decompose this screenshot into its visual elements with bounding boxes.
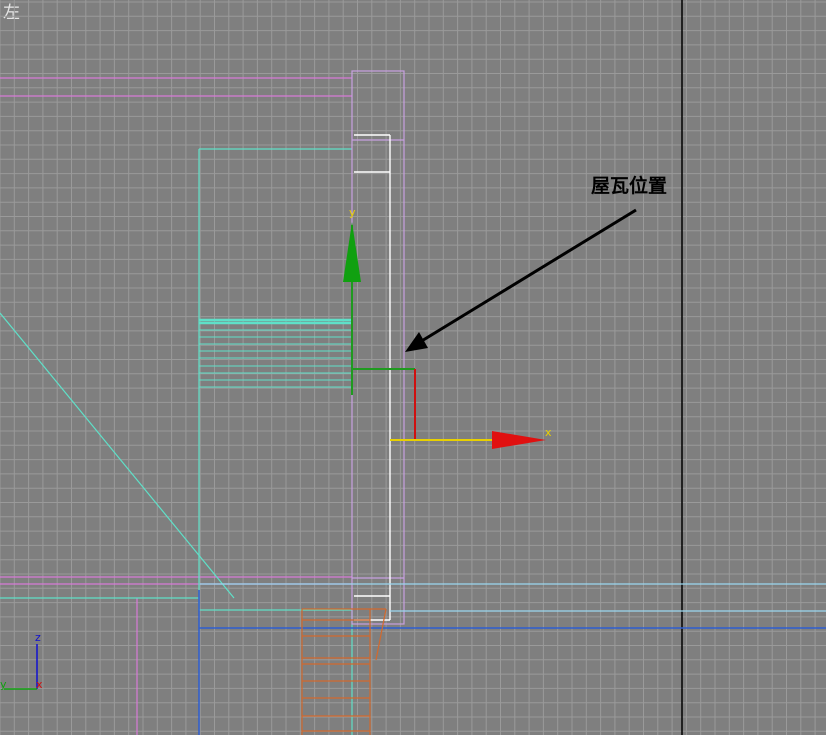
gizmo-y-label: y bbox=[349, 206, 356, 219]
annotation-roof-tile-position: 屋瓦位置 bbox=[591, 175, 668, 197]
roof-tile-frame[interactable] bbox=[351, 70, 405, 625]
gizmo-x-arrow[interactable] bbox=[492, 431, 546, 449]
tripod-z-label: z bbox=[35, 631, 41, 644]
roof-beam-top[interactable] bbox=[0, 77, 352, 97]
grid bbox=[0, 0, 826, 735]
wall-frame[interactable] bbox=[0, 148, 353, 735]
ground-line[interactable] bbox=[198, 590, 826, 735]
tripod-y-label: y bbox=[0, 678, 7, 691]
transform-gizmo[interactable]: y x bbox=[343, 206, 552, 449]
left-viewport[interactable]: 左 y x z y x 屋瓦位置 bbox=[0, 0, 826, 735]
viewport-scene: y x z y x bbox=[0, 0, 826, 735]
gizmo-x-label: x bbox=[545, 426, 552, 439]
axis-tripod: z y x bbox=[0, 631, 43, 691]
roof-beam-bottom[interactable] bbox=[0, 576, 352, 735]
tripod-x-label: x bbox=[36, 678, 43, 691]
